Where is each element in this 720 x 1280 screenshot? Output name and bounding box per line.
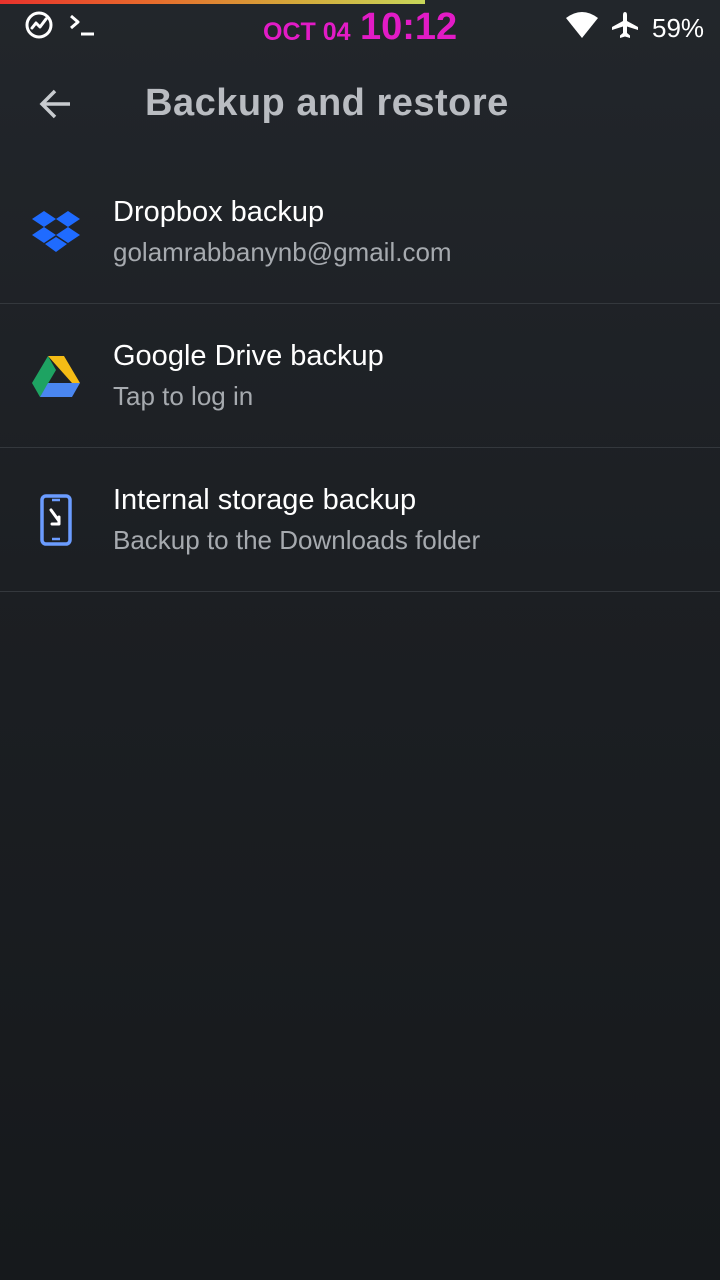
airplane-mode-icon bbox=[610, 10, 640, 40]
app-bar: Backup and restore bbox=[0, 50, 720, 160]
status-time: 10:12 bbox=[360, 6, 458, 48]
item-title: Google Drive backup bbox=[113, 340, 384, 372]
status-bar: OCT 04 10:12 59% bbox=[0, 4, 720, 50]
item-title: Internal storage backup bbox=[113, 484, 417, 516]
google-drive-backup-item[interactable]: Google Drive backup Tap to log in bbox=[0, 304, 720, 448]
dropbox-backup-item[interactable]: Dropbox backup golamrabbanynb@gmail.com bbox=[0, 160, 720, 304]
item-subtitle: golamrabbanynb@gmail.com bbox=[113, 237, 452, 267]
item-subtitle: Backup to the Downloads folder bbox=[113, 525, 481, 555]
page-title: Backup and restore bbox=[145, 82, 509, 124]
screen: OCT 04 10:12 59% Backup and restore Drop… bbox=[0, 0, 720, 1280]
internal-storage-backup-item[interactable]: Internal storage backup Backup to the Do… bbox=[0, 448, 720, 592]
item-title: Dropbox backup bbox=[113, 196, 325, 228]
dropbox-icon bbox=[30, 206, 82, 258]
activity-icon bbox=[24, 10, 54, 40]
arrow-left-icon bbox=[38, 86, 74, 126]
back-button[interactable] bbox=[26, 76, 86, 136]
status-date: OCT 04 bbox=[263, 18, 351, 46]
wifi-icon bbox=[565, 10, 599, 40]
google-drive-icon bbox=[30, 350, 82, 402]
item-subtitle: Tap to log in bbox=[113, 381, 254, 411]
backup-options-list: Dropbox backup golamrabbanynb@gmail.com … bbox=[0, 160, 720, 592]
terminal-icon bbox=[68, 10, 98, 40]
battery-percentage: 59% bbox=[652, 13, 705, 43]
phone-download-icon bbox=[30, 494, 82, 546]
